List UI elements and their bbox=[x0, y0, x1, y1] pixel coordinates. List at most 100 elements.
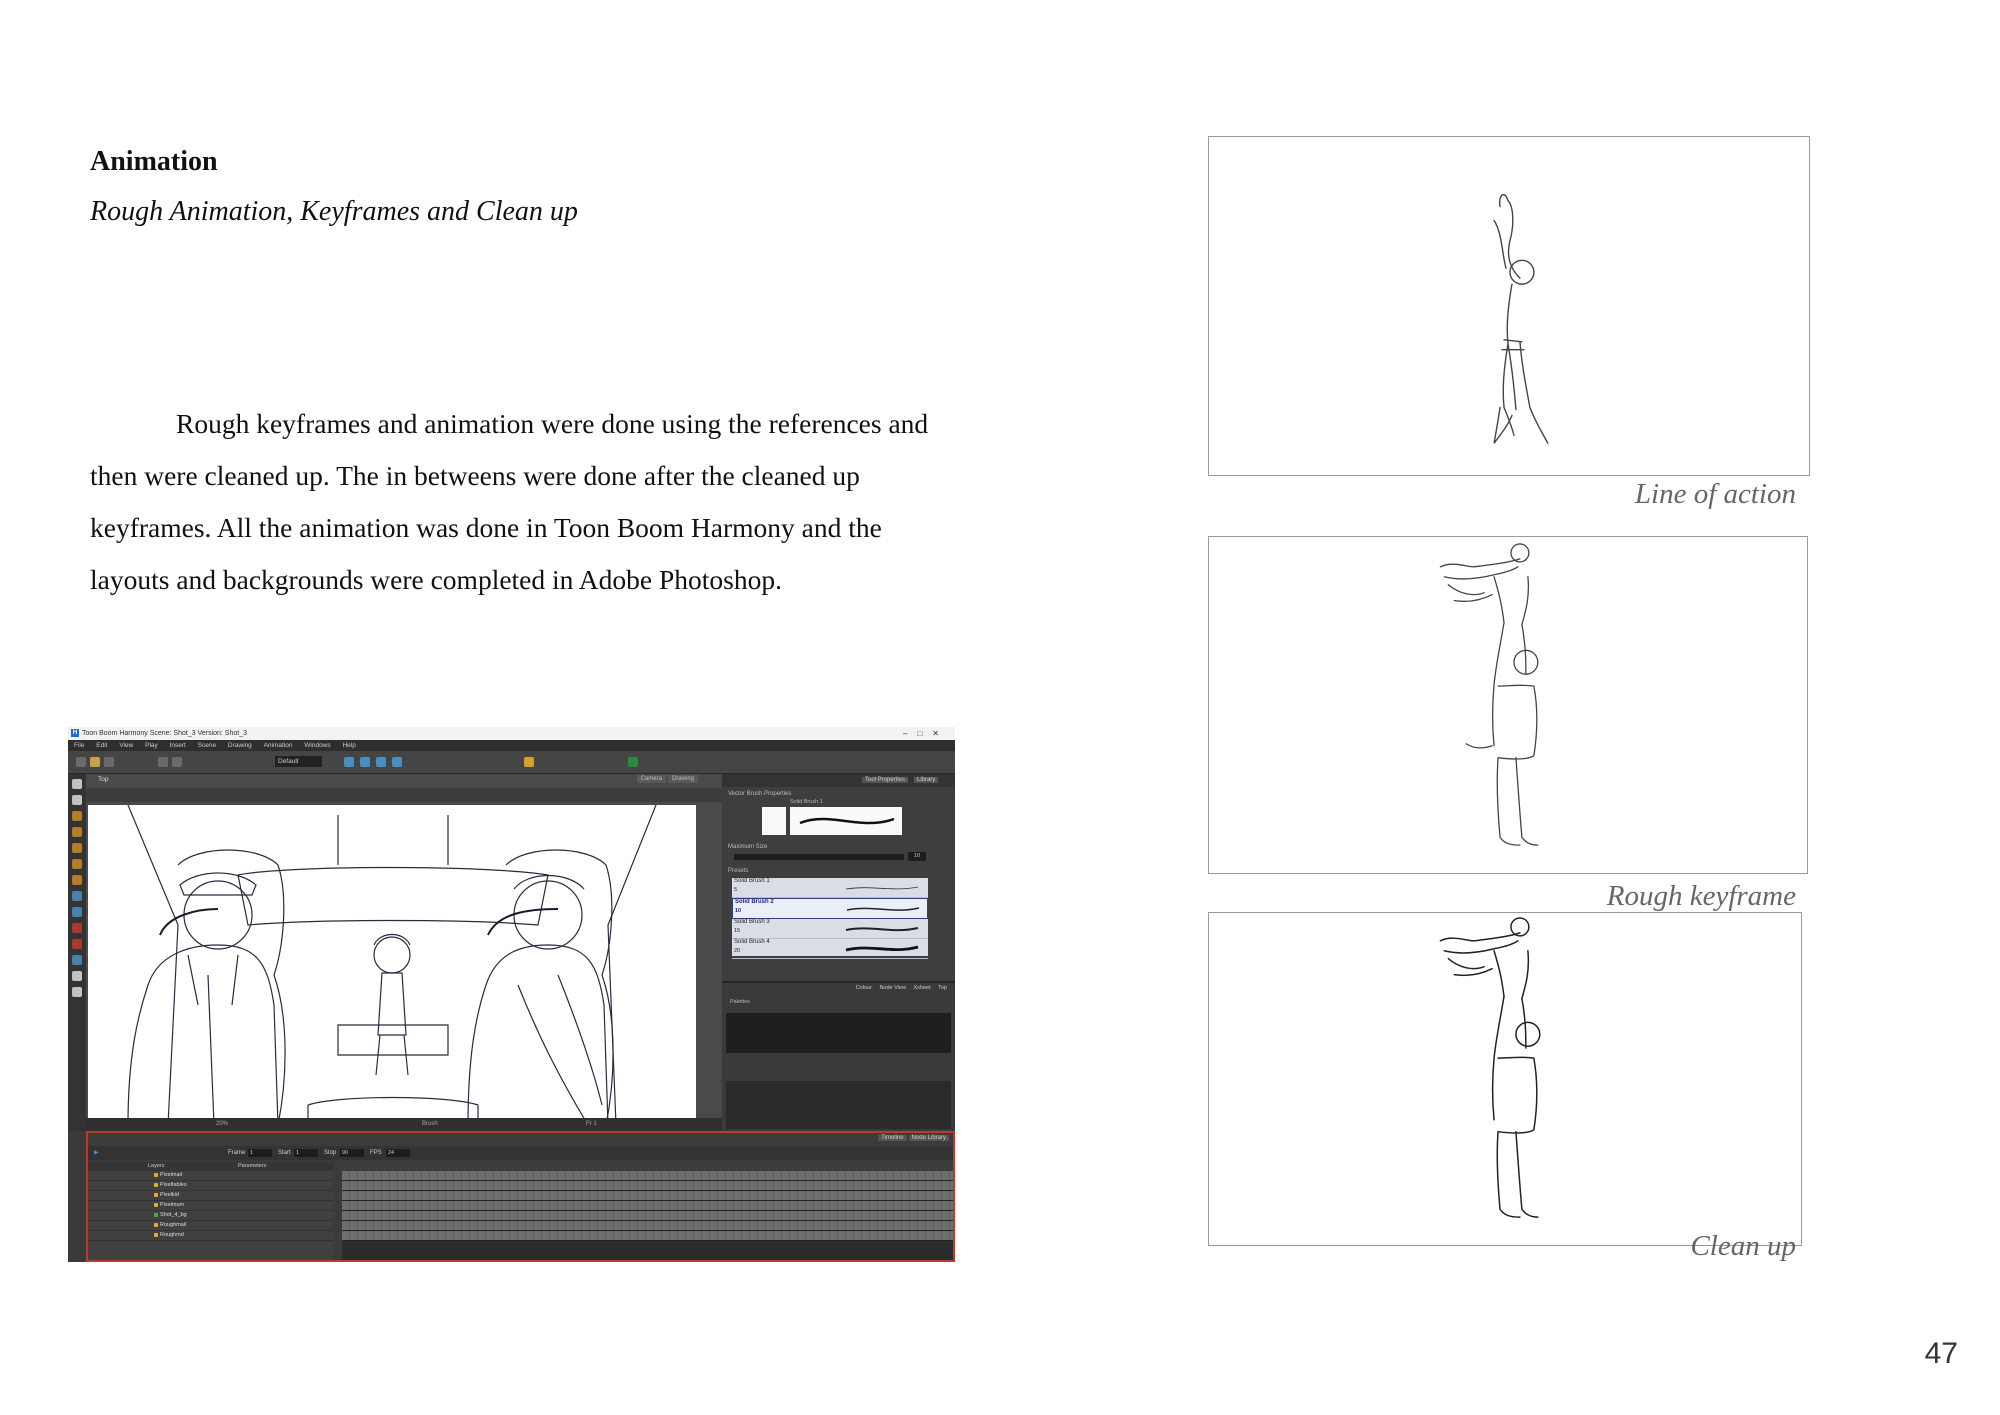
tab-node-library[interactable]: Node Library bbox=[908, 1135, 949, 1141]
rough-keyframe-sketch bbox=[1439, 543, 1539, 846]
frame-track[interactable] bbox=[342, 1171, 953, 1181]
frame-track[interactable] bbox=[342, 1201, 953, 1211]
new-scene-icon[interactable] bbox=[76, 757, 86, 767]
layer-row[interactable]: Pixelmum bbox=[88, 1201, 333, 1211]
menu-edit[interactable]: Edit bbox=[96, 742, 107, 749]
zoom-level[interactable]: 20% bbox=[216, 1118, 228, 1131]
menu-scene[interactable]: Scene bbox=[198, 742, 216, 749]
tab-library[interactable]: Library bbox=[914, 777, 939, 783]
view-tab-top[interactable]: Top bbox=[98, 776, 108, 783]
window-title: Toon Boom Harmony Scene: Shot_3 Version:… bbox=[82, 730, 247, 737]
layer-row[interactable]: Pixelmail bbox=[88, 1171, 333, 1181]
frame-ruler[interactable] bbox=[342, 1162, 953, 1171]
line-of-action-frame bbox=[1208, 136, 1810, 476]
start-field[interactable]: 1 bbox=[294, 1149, 318, 1157]
light-table-icon[interactable] bbox=[524, 757, 534, 767]
dropper-tool-icon[interactable] bbox=[72, 955, 82, 965]
menu-view[interactable]: View bbox=[119, 742, 133, 749]
layer-row[interactable]: Pixelkid bbox=[88, 1191, 333, 1201]
layer-row[interactable]: Shot_4_bg bbox=[88, 1211, 333, 1221]
tab-node-view[interactable]: Node View bbox=[879, 985, 906, 991]
redo-icon[interactable] bbox=[172, 757, 182, 767]
eraser-tool-icon[interactable] bbox=[72, 843, 82, 853]
motion-tool-icon[interactable] bbox=[376, 757, 386, 767]
window-controls[interactable]: –□✕ bbox=[903, 727, 949, 740]
workspace-select[interactable]: Default bbox=[275, 756, 322, 767]
harmony-logo-icon: H bbox=[71, 729, 79, 737]
colour-panel: Colour Node View Xsheet Top Palettes bbox=[722, 981, 955, 1133]
drawing-canvas[interactable] bbox=[88, 804, 696, 1126]
peg-tool-icon[interactable] bbox=[392, 757, 402, 767]
tab-camera[interactable]: Camera bbox=[636, 775, 666, 783]
open-scene-icon[interactable] bbox=[90, 757, 100, 767]
line-of-action-sketch bbox=[1493, 193, 1549, 444]
undo-icon[interactable] bbox=[158, 757, 168, 767]
layers-header: Layers Parameters bbox=[88, 1162, 333, 1171]
tab-colour[interactable]: Colour bbox=[856, 985, 872, 991]
preset-item[interactable]: Solid Brush 3 15 bbox=[732, 919, 928, 939]
play-icon[interactable]: ▶ bbox=[94, 1146, 99, 1160]
menu-help[interactable]: Help bbox=[342, 742, 355, 749]
line-tool-icon[interactable] bbox=[72, 939, 82, 949]
palette-list[interactable] bbox=[726, 1013, 951, 1053]
menu-insert[interactable]: Insert bbox=[170, 742, 186, 749]
timeline-panel: Timeline Node Library ▶ Frame 1 Start 1 S… bbox=[86, 1131, 955, 1262]
max-size-slider[interactable] bbox=[734, 854, 904, 860]
menu-animation[interactable]: Animation bbox=[264, 742, 293, 749]
camera-tool-icon[interactable] bbox=[344, 757, 354, 767]
max-size-label: Maximum Size bbox=[728, 844, 768, 850]
frame-track[interactable] bbox=[342, 1181, 953, 1191]
frame-track[interactable] bbox=[342, 1211, 953, 1221]
transform-tool-icon[interactable] bbox=[360, 757, 370, 767]
menu-play[interactable]: Play bbox=[145, 742, 158, 749]
rectangle-tool-icon[interactable] bbox=[72, 907, 82, 917]
line-of-action-caption: Line of action bbox=[1634, 478, 1796, 510]
colour-swatches[interactable] bbox=[726, 1081, 951, 1129]
pencil-tool-icon[interactable] bbox=[72, 827, 82, 837]
frame-field[interactable]: 1 bbox=[248, 1149, 272, 1157]
layer-row[interactable]: Roughmail bbox=[88, 1221, 333, 1231]
frame-track[interactable] bbox=[342, 1231, 953, 1241]
max-size-value[interactable]: 10 bbox=[908, 852, 926, 861]
ink-tool-icon[interactable] bbox=[72, 875, 82, 885]
menu-drawing[interactable]: Drawing bbox=[228, 742, 252, 749]
preset-item-selected[interactable]: Solid Brush 2 10 bbox=[732, 898, 928, 919]
tab-timeline[interactable]: Timeline bbox=[878, 1135, 907, 1141]
paint-tool-icon[interactable] bbox=[72, 859, 82, 869]
hand-tool-icon[interactable] bbox=[72, 971, 82, 981]
stop-field[interactable]: 90 bbox=[340, 1149, 364, 1157]
frame-indicator: Fr 1 bbox=[586, 1121, 597, 1127]
tab-xsheet[interactable]: Xsheet bbox=[913, 985, 930, 991]
menu-windows[interactable]: Windows bbox=[304, 742, 330, 749]
window-titlebar: H Toon Boom Harmony Scene: Shot_3 Version… bbox=[68, 727, 955, 740]
shape-tool-icon[interactable] bbox=[72, 891, 82, 901]
save-icon[interactable] bbox=[104, 757, 114, 767]
frame-track[interactable] bbox=[342, 1221, 953, 1231]
preset-item[interactable]: Solid Brush 4 20 bbox=[732, 939, 928, 959]
tab-top[interactable]: Top bbox=[938, 985, 947, 991]
brush-stroke-preview bbox=[790, 807, 902, 835]
view-tabs: Camera Drawing bbox=[635, 775, 698, 783]
ellipse-tool-icon[interactable] bbox=[72, 923, 82, 933]
brush-tool-icon[interactable] bbox=[72, 811, 82, 821]
frame-track[interactable] bbox=[342, 1191, 953, 1201]
current-tool-label: Brush bbox=[422, 1121, 438, 1127]
layer-row[interactable]: Roughmd bbox=[88, 1231, 333, 1241]
preset-item[interactable]: Solid Brush 15 bbox=[732, 878, 928, 898]
zoom-tool-icon[interactable] bbox=[72, 987, 82, 997]
tab-tool-properties[interactable]: Tool Properties bbox=[862, 777, 909, 783]
brush-tip-preview[interactable] bbox=[762, 807, 786, 835]
palettes-label: Palettes bbox=[730, 999, 750, 1005]
contour-editor-icon[interactable] bbox=[72, 795, 82, 805]
timeline-frames[interactable] bbox=[342, 1162, 953, 1260]
layers-list: Layers Parameters Pixelmail Pixeltables … bbox=[88, 1162, 333, 1260]
tab-drawing[interactable]: Drawing bbox=[667, 775, 698, 783]
rough-keyframe-frame bbox=[1208, 536, 1808, 874]
menu-file[interactable]: File bbox=[74, 742, 84, 749]
fps-field[interactable]: 24 bbox=[386, 1149, 410, 1157]
layer-row[interactable]: Pixeltables bbox=[88, 1181, 333, 1191]
select-tool-icon[interactable] bbox=[72, 779, 82, 789]
render-icon[interactable] bbox=[628, 757, 638, 767]
brush-presets-list: Solid Brush 15 Solid Brush 2 10 Solid Bru… bbox=[732, 878, 928, 959]
clean-up-sketch bbox=[1439, 917, 1541, 1218]
